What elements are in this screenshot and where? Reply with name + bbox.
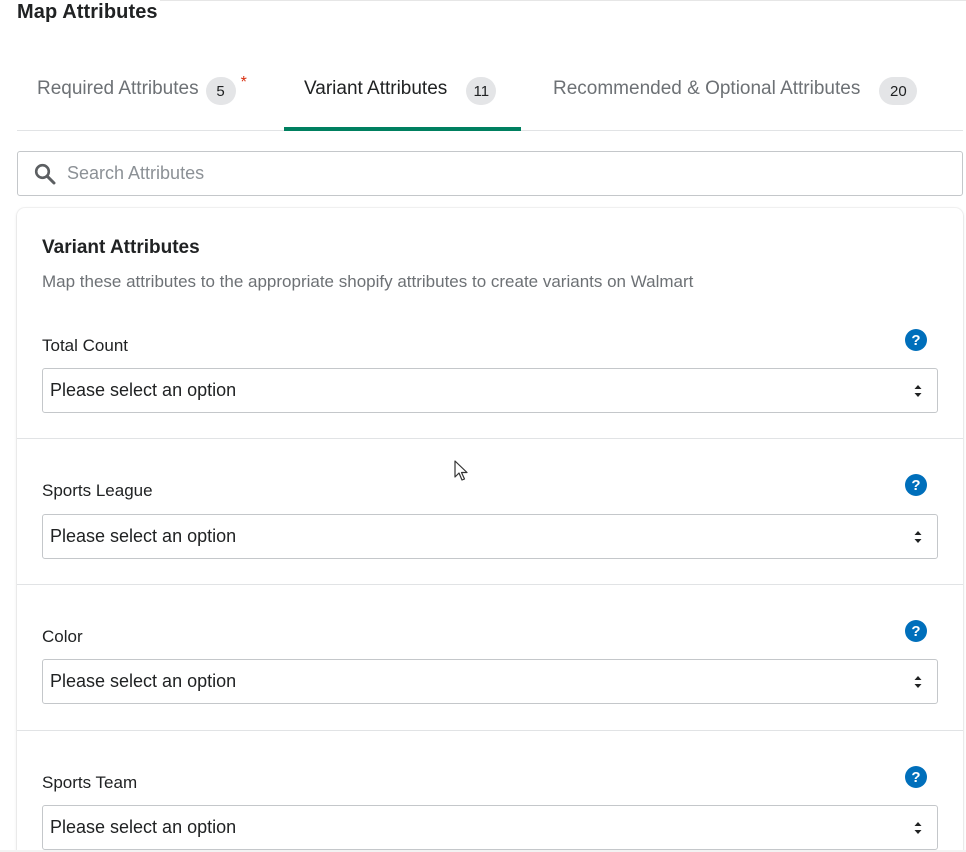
- tab-variant-attributes[interactable]: Variant Attributes 11: [284, 56, 521, 131]
- tab-count-badge: 11: [466, 77, 497, 105]
- top-divider: [160, 0, 966, 1]
- field-label: Sports League: [42, 481, 153, 500]
- question-mark-icon[interactable]: ?: [905, 329, 927, 351]
- attribute-tabs: Required Attributes 5 * Variant Attribut…: [17, 56, 963, 131]
- search-bar: [17, 151, 963, 196]
- sports-league-select[interactable]: Please select an option: [42, 514, 938, 559]
- field-label: Color: [42, 627, 83, 646]
- tab-label: Recommended & Optional Attributes: [553, 78, 861, 99]
- field-sports-league: Sports League ? Please select an option: [17, 439, 963, 585]
- total-count-select[interactable]: Please select an option: [42, 368, 938, 413]
- field-total-count: Total Count ? Please select an option: [17, 293, 963, 439]
- map-attributes-page: Map Attributes Required Attributes 5 * V…: [0, 0, 966, 852]
- question-mark-icon[interactable]: ?: [905, 766, 927, 788]
- variant-attributes-card: Variant Attributes Map these attributes …: [17, 208, 963, 852]
- field-color: Color ? Please select an option: [17, 585, 963, 731]
- required-marker: *: [240, 74, 247, 91]
- field-label: Sports Team: [42, 773, 138, 792]
- field-label: Total Count: [42, 336, 128, 355]
- select-value: Please select an option: [50, 817, 237, 837]
- section-description: Map these attributes to the appropriate …: [42, 272, 694, 291]
- select-arrows-icon: [914, 531, 922, 543]
- select-arrows-icon: [914, 676, 922, 688]
- select-value: Please select an option: [50, 380, 237, 400]
- tab-recommended-optional-attributes[interactable]: Recommended & Optional Attributes 20: [553, 56, 918, 130]
- sports-team-select[interactable]: Please select an option: [42, 805, 938, 850]
- search-icon: [33, 162, 57, 186]
- select-value: Please select an option: [50, 671, 237, 691]
- tab-required-attributes[interactable]: Required Attributes 5 *: [37, 56, 247, 130]
- tab-label: Variant Attributes: [304, 78, 448, 99]
- search-input[interactable]: [67, 163, 927, 184]
- tab-count-badge: 5: [205, 77, 236, 105]
- select-arrows-icon: [914, 822, 922, 834]
- color-select[interactable]: Please select an option: [42, 659, 938, 704]
- select-arrows-icon: [914, 385, 922, 397]
- tab-count-badge: 20: [879, 77, 918, 105]
- select-value: Please select an option: [50, 526, 237, 546]
- tab-label: Required Attributes: [37, 78, 199, 99]
- page-title: Map Attributes: [17, 1, 158, 23]
- field-sports-team: Sports Team ? Please select an option: [17, 731, 963, 852]
- section-title: Variant Attributes: [42, 237, 200, 258]
- question-mark-icon[interactable]: ?: [905, 620, 927, 642]
- question-mark-icon[interactable]: ?: [905, 474, 927, 496]
